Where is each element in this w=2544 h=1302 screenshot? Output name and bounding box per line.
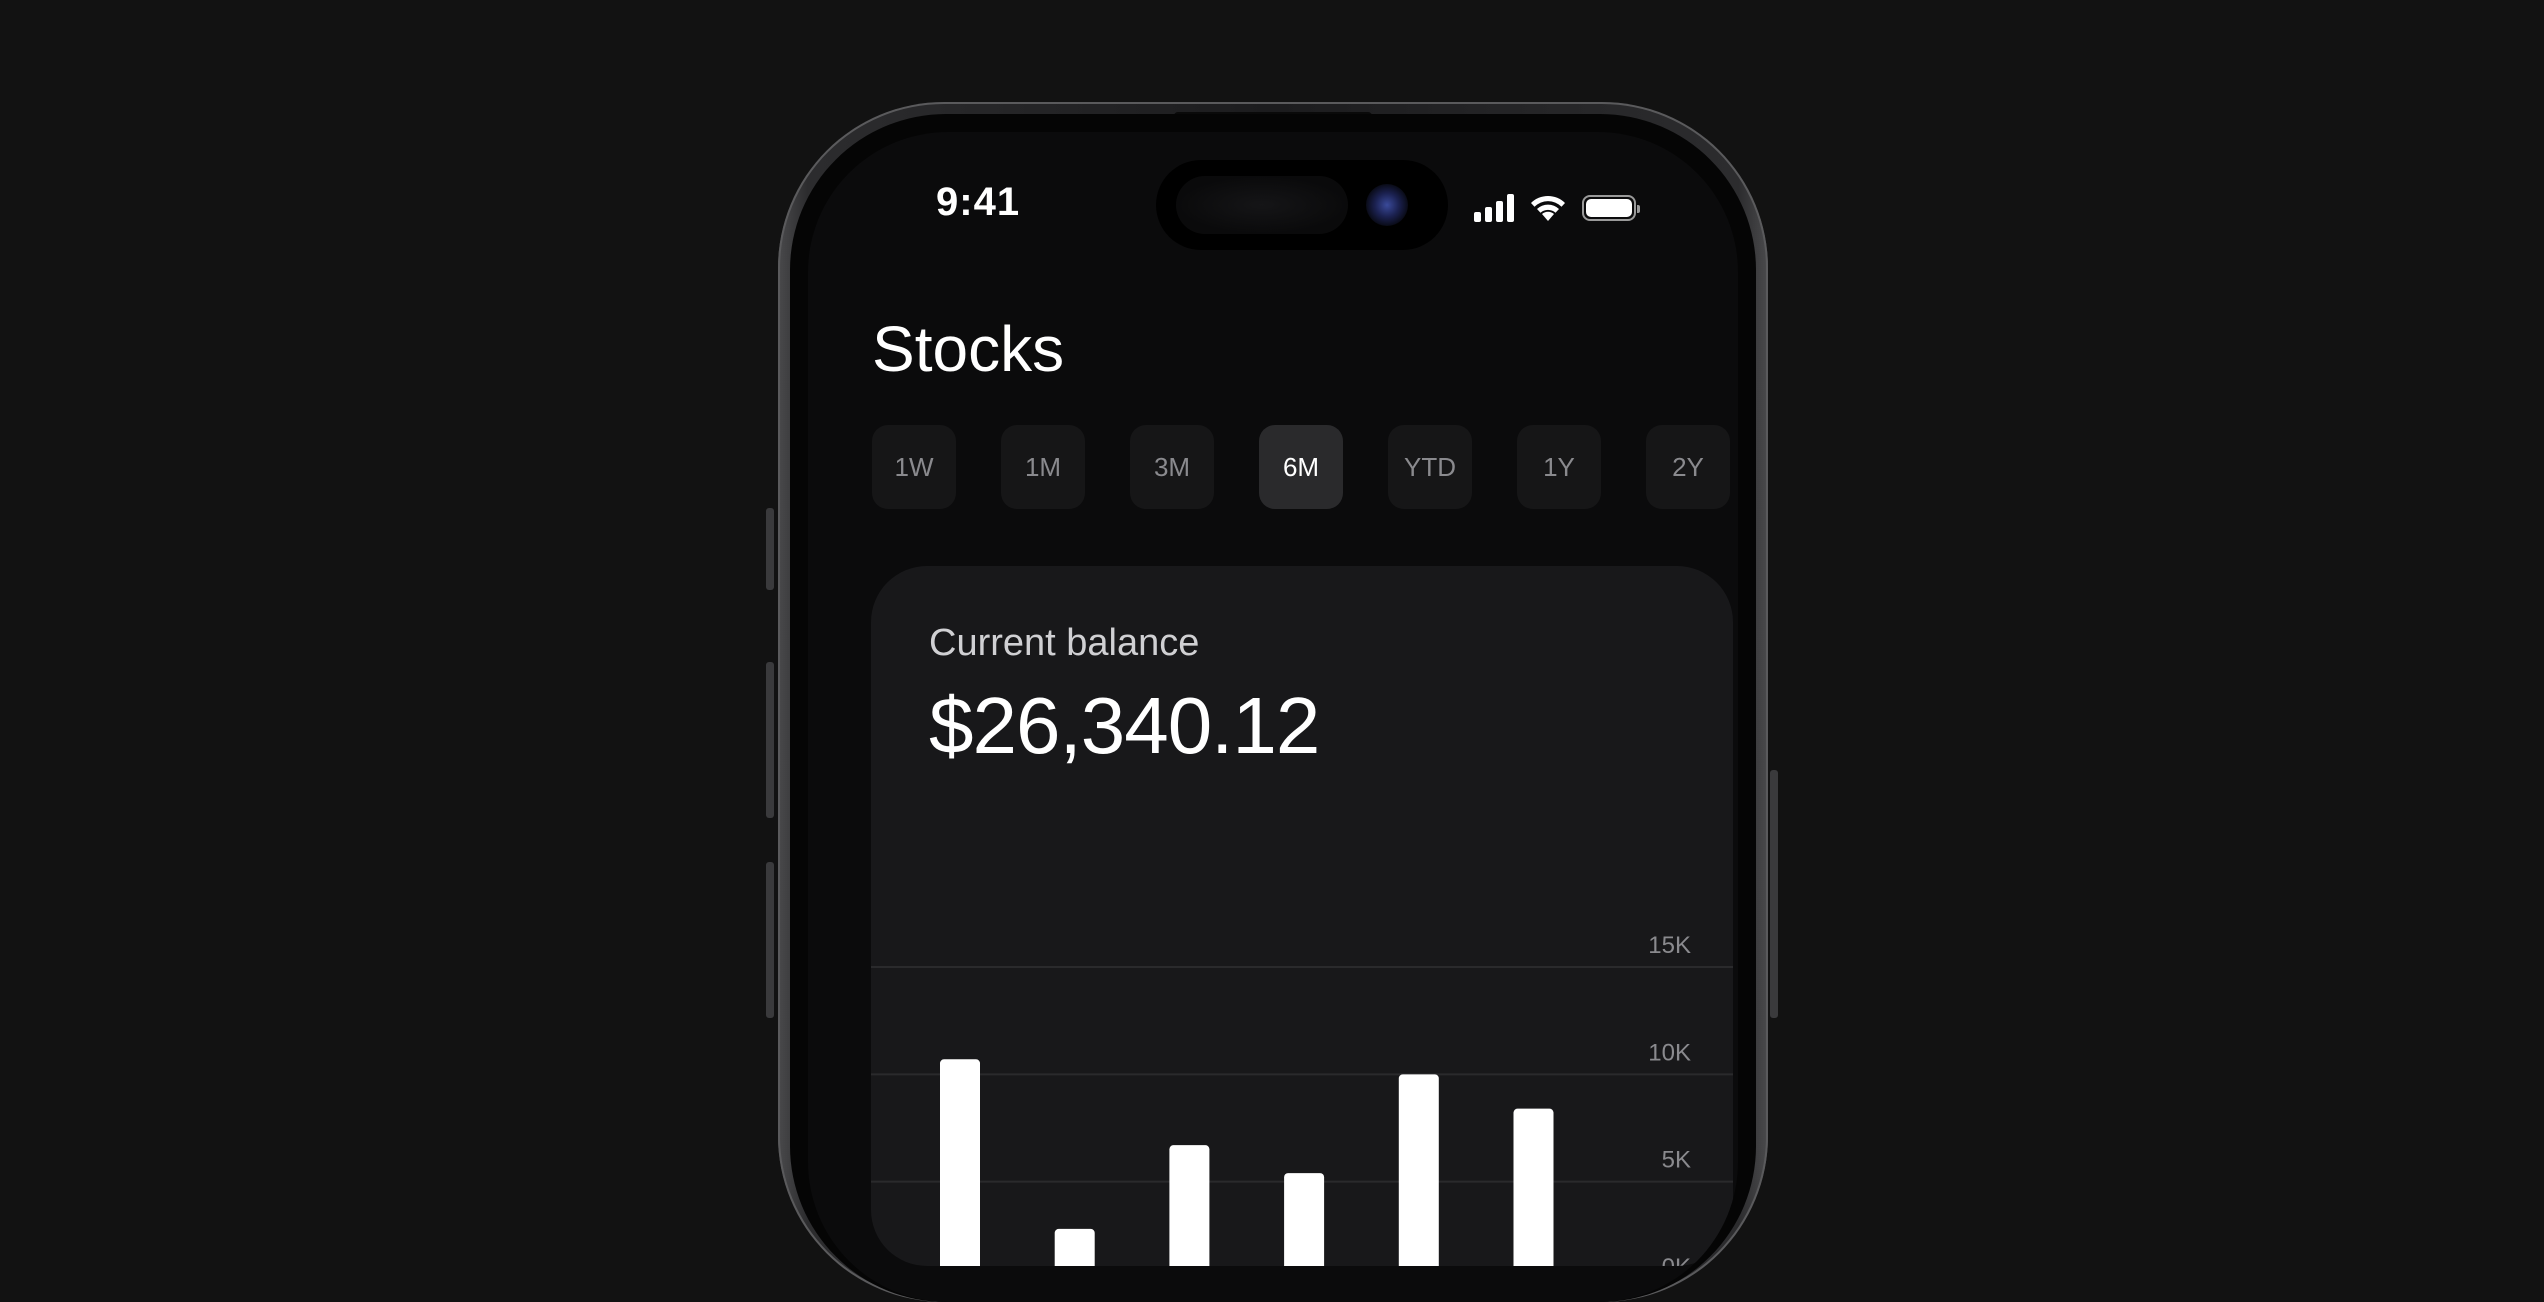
volume-down-button[interactable] bbox=[766, 862, 774, 1018]
y-tick-label: 15K bbox=[1648, 932, 1691, 959]
power-button[interactable] bbox=[1770, 770, 1778, 1018]
page-title: Stocks bbox=[872, 313, 1065, 385]
chart-bar[interactable] bbox=[1284, 1173, 1325, 1266]
chart-bar[interactable] bbox=[1513, 1108, 1554, 1266]
battery-icon bbox=[1582, 195, 1640, 221]
chart-bar[interactable] bbox=[1398, 1074, 1439, 1266]
balance-bar-chart: 15K 10K 5K 0K bbox=[871, 932, 1733, 1266]
status-time: 9:41 bbox=[936, 180, 1021, 224]
dynamic-island bbox=[1156, 160, 1448, 250]
volume-up-button[interactable] bbox=[766, 662, 774, 818]
action-button[interactable] bbox=[766, 508, 774, 590]
range-ytd[interactable]: YTD bbox=[1388, 425, 1472, 509]
time-range-selector: 1W 1M 3M 6M YTD 1Y 2Y bbox=[872, 425, 1730, 509]
chart-bar[interactable] bbox=[1054, 1228, 1095, 1266]
y-tick-label: 0K bbox=[1662, 1254, 1691, 1266]
y-tick-label: 10K bbox=[1648, 1039, 1691, 1066]
chart-bar[interactable] bbox=[940, 1059, 980, 1266]
chart-bar[interactable] bbox=[1169, 1145, 1210, 1266]
phone-frame: 9:41 Stocks 1W 1M 3M 6M YTD 1Y 2Y Curren… bbox=[778, 102, 1768, 1302]
range-6m[interactable]: 6M bbox=[1259, 425, 1343, 509]
signal-icon bbox=[1474, 194, 1514, 222]
wifi-icon bbox=[1531, 195, 1565, 221]
phone-screen: 9:41 Stocks 1W 1M 3M 6M YTD 1Y 2Y Curren… bbox=[808, 132, 1738, 1302]
range-3m[interactable]: 3M bbox=[1130, 425, 1214, 509]
range-1y[interactable]: 1Y bbox=[1517, 425, 1601, 509]
camera-icon bbox=[1366, 184, 1408, 226]
balance-card: Current balance $26,340.12 15K10K5K0K bbox=[871, 566, 1733, 1266]
range-1w[interactable]: 1W bbox=[872, 425, 956, 509]
island-sensor bbox=[1176, 176, 1348, 234]
range-1m[interactable]: 1M bbox=[1001, 425, 1085, 509]
status-icons bbox=[1474, 192, 1640, 224]
y-tick-label: 5K bbox=[1662, 1147, 1691, 1174]
range-2y[interactable]: 2Y bbox=[1646, 425, 1730, 509]
